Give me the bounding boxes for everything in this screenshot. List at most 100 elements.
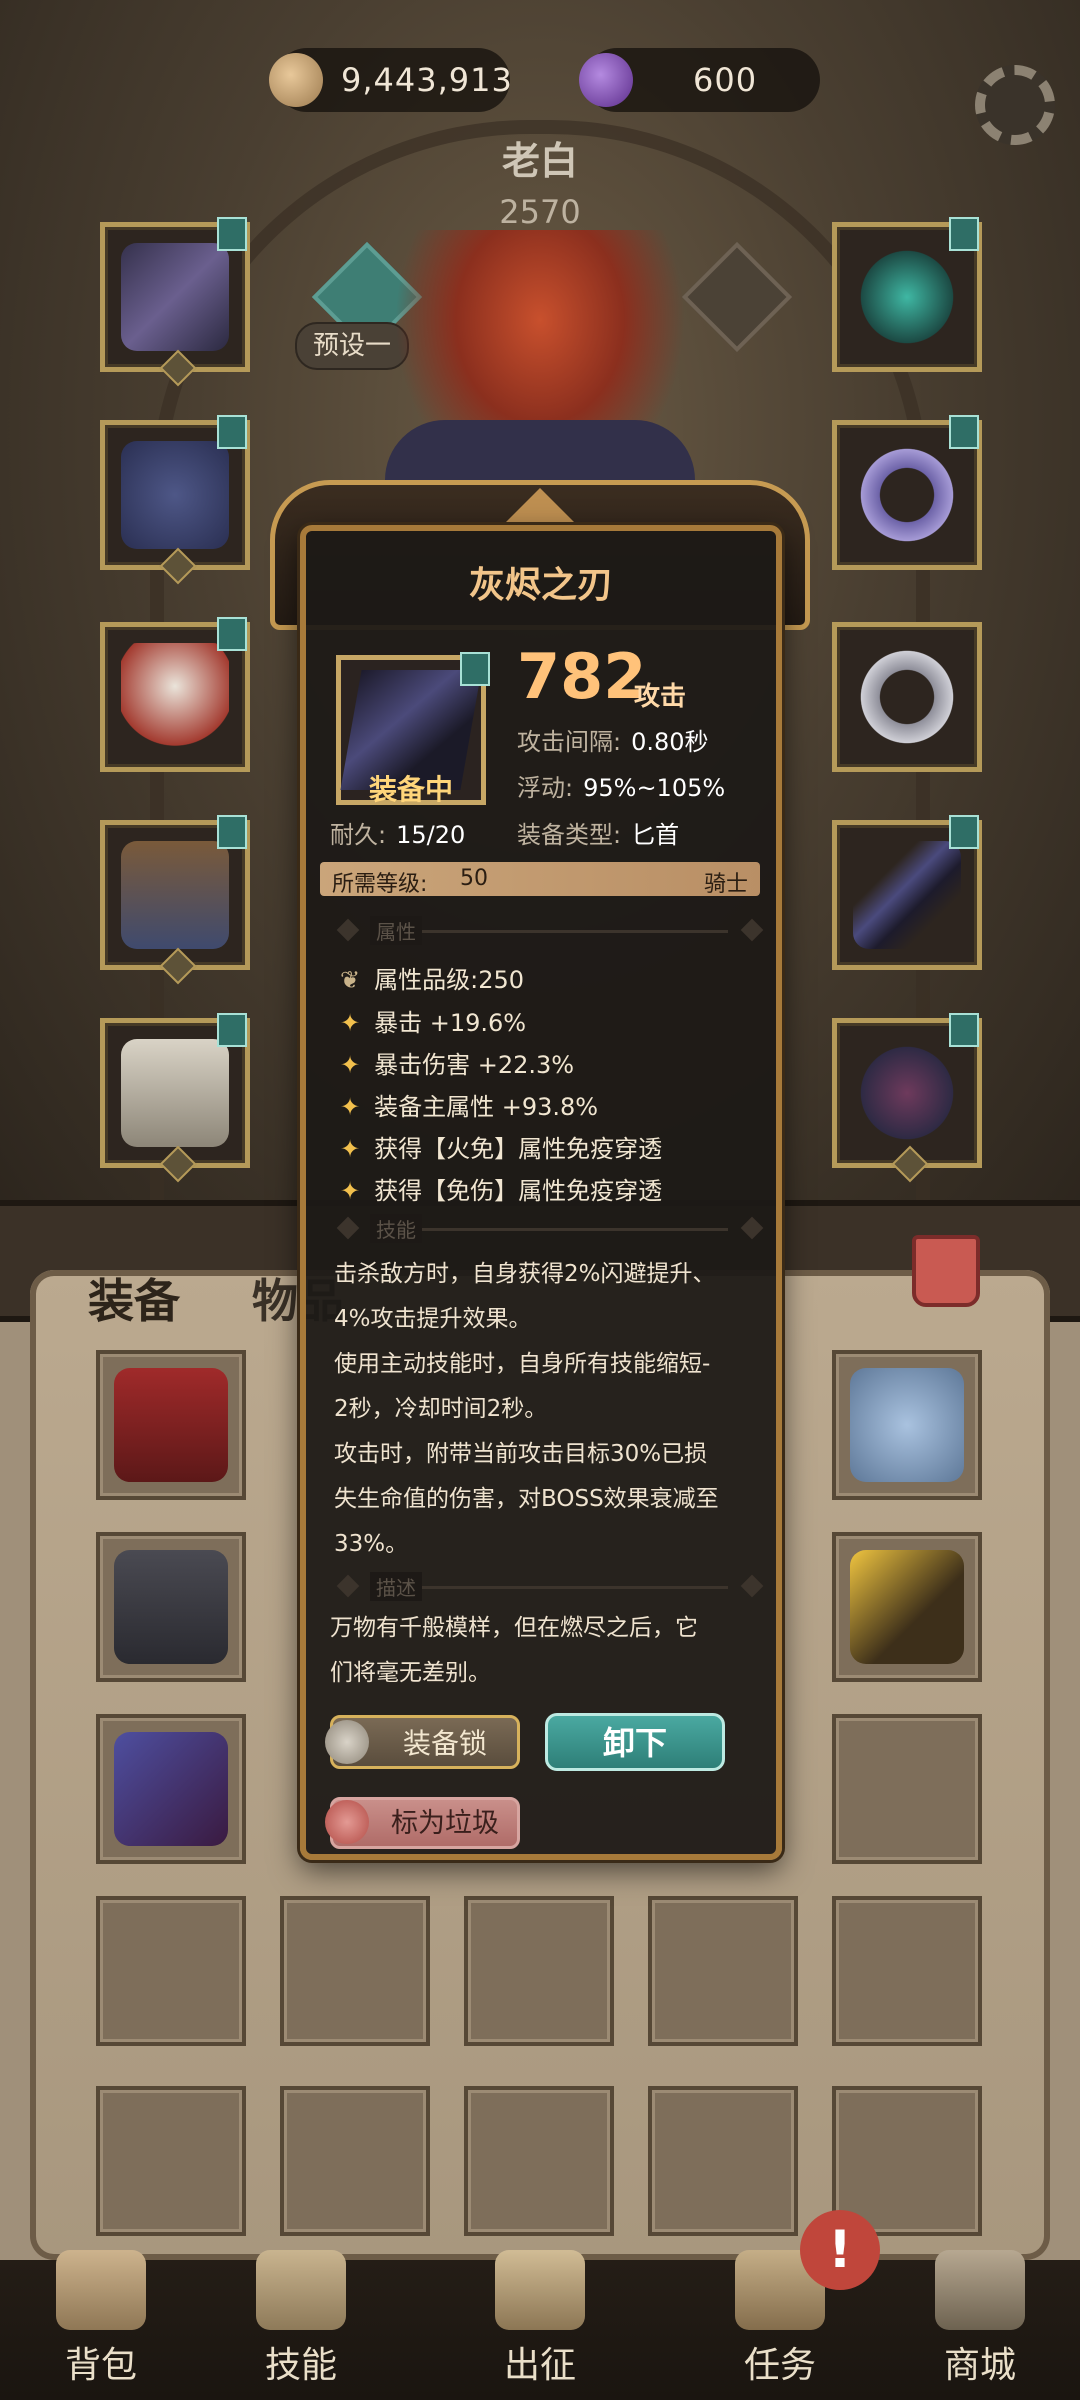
nav-skills[interactable]: 技能: [226, 2250, 376, 2400]
armor-icon: [121, 441, 229, 549]
attribute-text: 获得【免伤】属性免疫穿透: [374, 1177, 663, 1205]
attribute-text: 暴击伤害 +22.3%: [374, 1051, 575, 1079]
skill-line: 4%攻击提升效果。: [334, 1306, 532, 1332]
gloves-icon: [121, 643, 229, 751]
purple-gem-icon: [579, 53, 633, 107]
stat-equip-type: 装备类型: 匕首: [517, 815, 679, 850]
bookmark-icon: [217, 217, 247, 251]
stat-label: 装备类型:: [517, 821, 622, 849]
inventory-slot[interactable]: [96, 1350, 246, 1500]
equip-slot-pants[interactable]: [100, 815, 250, 985]
class-requirement: 骑士: [703, 872, 748, 897]
stat-value: 匕首: [631, 821, 680, 849]
inventory-slot[interactable]: [96, 1896, 246, 2046]
ring-icon: [853, 643, 961, 751]
equip-slot-necklace[interactable]: [832, 217, 982, 372]
attribute-row: ✦ 装备主属性 +93.8%: [340, 1087, 598, 1122]
lore-description: 万物有千般模样，但在燃尽之后，它 们将毫无差别。: [330, 1606, 770, 1696]
gold-counter[interactable]: 9,443,913: [269, 48, 513, 112]
nav-label: 背包: [64, 2345, 137, 2386]
nav-label: 技能: [264, 2345, 337, 2386]
required-level-value: 50: [460, 866, 488, 891]
skill-line: 33%。: [334, 1531, 409, 1557]
boots-icon: [121, 1039, 229, 1147]
alert-icon: !: [800, 2210, 880, 2290]
necklace-icon: [853, 243, 961, 351]
equip-slot-boots[interactable]: [100, 1013, 250, 1183]
equipped-badge: 装备中: [368, 773, 453, 806]
inventory-slot[interactable]: [832, 1532, 982, 1682]
inventory-slot[interactable]: [832, 1350, 982, 1500]
equip-slot-offhand[interactable]: [832, 1013, 982, 1183]
required-level-label: 所需等级:: [332, 872, 428, 897]
equip-slot-armor[interactable]: [100, 415, 250, 585]
nav-backpack[interactable]: 背包: [26, 2250, 176, 2400]
attribute-grade: ❦ 属性品级:250: [340, 960, 524, 995]
star-icon: ✦: [340, 1177, 361, 1205]
star-icon: ✦: [340, 1009, 361, 1037]
equip-slot-gloves[interactable]: [100, 617, 250, 772]
lock-icon: [325, 1720, 369, 1764]
inventory-slot[interactable]: [648, 1896, 798, 2046]
bookmark-icon: [949, 415, 979, 449]
skill-line: 2秒，冷却时间2秒。: [334, 1396, 548, 1422]
lore-line: 万物有千般模样，但在燃尽之后，它: [330, 1615, 698, 1641]
inventory-slot[interactable]: [832, 1714, 982, 1864]
equip-slot-helmet[interactable]: [100, 217, 250, 387]
inventory-slot[interactable]: [464, 2086, 614, 2236]
nav-shop[interactable]: 商城: [905, 2250, 1055, 2400]
inventory-slot[interactable]: [648, 2086, 798, 2236]
inventory-slot[interactable]: [280, 1896, 430, 2046]
attribute-row: ✦ 获得【免伤】属性免疫穿透: [340, 1171, 662, 1206]
nav-label: 商城: [943, 2345, 1016, 2386]
armor-icon: [114, 1368, 228, 1482]
gold-coin-icon: [269, 53, 323, 107]
equip-slot-ring-1[interactable]: [832, 415, 982, 570]
stat-label: 攻击间隔:: [517, 728, 622, 756]
section-title: 技能: [370, 1214, 422, 1243]
gold-amount: 9,443,913: [341, 61, 513, 99]
inventory-slot[interactable]: [96, 1532, 246, 1682]
shield-icon: [853, 1039, 961, 1147]
attack-value: 782: [517, 640, 647, 713]
bookmark-icon: [217, 1013, 247, 1047]
required-level-bar: 所需等级: 50 骑士: [320, 862, 760, 897]
section-description: 描述: [336, 1572, 764, 1602]
equip-slot-ring-2[interactable]: [832, 622, 982, 772]
inventory-slot[interactable]: [96, 2086, 246, 2236]
player-power: 2570: [499, 193, 581, 231]
lore-line: 们将毫无差别。: [330, 1660, 491, 1686]
bookmark-icon: [949, 1013, 979, 1047]
backpack-icon: [56, 2250, 146, 2330]
attribute-text: 装备主属性 +93.8%: [374, 1093, 599, 1121]
nav-expedition[interactable]: 出征: [465, 2250, 615, 2400]
stat-attack-interval: 攻击间隔: 0.80秒: [517, 722, 709, 757]
inventory-slot[interactable]: [96, 1714, 246, 1864]
gear-icon[interactable]: [975, 65, 1055, 145]
skill-line: 击杀敌方时，自身获得2%闪避提升、: [334, 1261, 716, 1287]
junk-tag-icon: [325, 1800, 369, 1844]
skill-line: 失生命值的伤害，对BOSS效果衰减至: [334, 1486, 719, 1512]
inventory-slot[interactable]: [832, 1896, 982, 2046]
shop-crest-icon: [935, 2250, 1025, 2330]
equip-slot-weapon[interactable]: [832, 815, 982, 970]
skill-book-icon: [256, 2250, 346, 2330]
inventory-slot[interactable]: [280, 2086, 430, 2236]
inventory-slot[interactable]: [464, 1896, 614, 2046]
lotus-icon: ❦: [340, 966, 361, 994]
attribute-row: ✦ 暴击伤害 +22.3%: [340, 1045, 574, 1080]
gem-counter[interactable]: 600: [579, 48, 820, 112]
bookmark-icon: [460, 652, 490, 686]
stat-durability: 耐久: 15/20: [330, 815, 465, 850]
trash-icon[interactable]: [912, 1235, 980, 1307]
attack-unit: 攻击: [634, 682, 687, 712]
attribute-text: 暴击 +19.6%: [374, 1009, 527, 1037]
section-title: 描述: [370, 1572, 422, 1601]
nav-label: 任务: [743, 2345, 816, 2386]
unequip-button[interactable]: 卸下: [545, 1713, 725, 1771]
stat-label: 耐久:: [330, 821, 387, 849]
stat-value: 0.80秒: [631, 728, 709, 756]
helmet-icon: [121, 243, 229, 351]
attribute-grade-text: 属性品级:250: [374, 966, 525, 994]
tab-equipment[interactable]: 装备: [88, 1265, 180, 1331]
